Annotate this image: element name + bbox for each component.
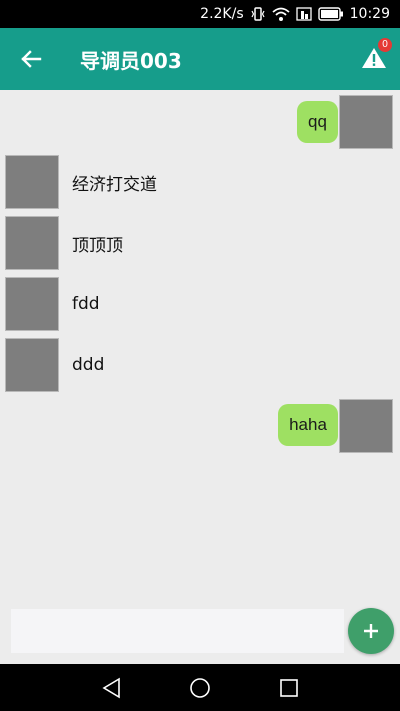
wifi-icon [272,6,290,22]
message-text-received[interactable]: 经济打交道 [72,155,157,209]
avatar[interactable] [5,216,59,270]
home-circle-icon[interactable] [187,675,213,701]
page-title: 导调员003 [80,48,182,73]
plus-icon [364,624,378,638]
alert-badge: 0 [378,38,392,52]
message-text-received[interactable]: ddd [72,338,104,392]
signal-icon [295,6,312,22]
recents-square-icon[interactable] [276,675,302,701]
clock: 10:29 [349,6,390,22]
navigation-bar [0,664,400,711]
app-bar: 导调员003 0 [0,28,400,90]
network-speed: 2.2K/s [200,6,244,22]
add-button[interactable] [348,608,394,654]
avatar[interactable] [339,399,393,453]
battery-icon [317,7,344,21]
message-input[interactable] [11,609,344,653]
message-list: qq 经济打交道 顶顶顶 fdd ddd haha [0,90,400,600]
message-bubble-sent[interactable]: haha [278,404,338,446]
avatar[interactable] [5,277,59,331]
avatar[interactable] [5,338,59,392]
avatar[interactable] [5,155,59,209]
message-bubble-sent[interactable]: qq [297,101,338,143]
arrow-left-icon [21,50,42,68]
message-text-received[interactable]: fdd [72,277,100,331]
status-bar: 2.2K/s 10:29 [0,0,400,28]
alert-button[interactable]: 0 [358,38,392,74]
vibrate-icon [250,6,266,22]
back-triangle-icon[interactable] [99,675,125,701]
avatar[interactable] [339,95,393,149]
back-button[interactable] [0,28,62,90]
message-text-received[interactable]: 顶顶顶 [72,216,123,270]
